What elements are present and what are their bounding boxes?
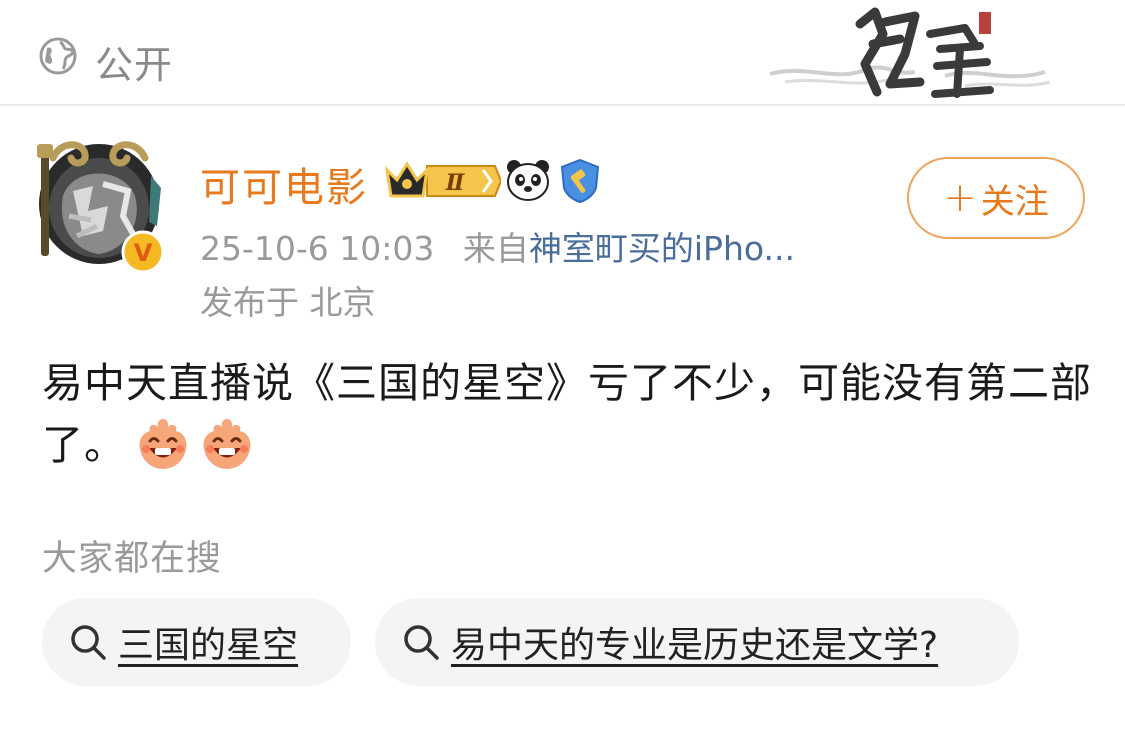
laughing-face-icon <box>203 419 251 469</box>
search-icon <box>404 625 439 660</box>
author-name[interactable]: 可可电影 <box>200 155 368 213</box>
author-avatar[interactable]: V <box>33 136 169 276</box>
post-location: 发布于 北京 <box>200 283 376 322</box>
panda-icon[interactable] <box>505 158 551 202</box>
avatar-image: V <box>37 141 165 274</box>
verified-badge: V <box>134 239 153 267</box>
source-prefix: 来自 <box>462 229 529 268</box>
trending-search-label: 易中天的专业是历史还是文学? <box>451 625 939 666</box>
follow-button[interactable]: + 关注 <box>907 157 1085 239</box>
post-body: 易中天直播说《三国的星空》亏了不少，可能没有第二部了。 <box>42 352 1092 476</box>
follow-label: 关注 <box>980 181 1049 222</box>
trending-search-chip[interactable]: 易中天的专业是历史还是文学? <box>375 598 1019 686</box>
calligraphy-banner <box>769 7 1051 98</box>
post-meta: 25-10-6 10:03 来自神室町买的iPho... <box>200 222 795 270</box>
trending-search-label: 三国的星空 <box>118 625 299 666</box>
search-icon <box>71 625 106 660</box>
post-timestamp: 25-10-6 10:03 <box>200 229 435 268</box>
svg-text:Ⅱ: Ⅱ <box>445 170 466 196</box>
post-source-link[interactable]: 神室町买的iPho... <box>529 229 795 268</box>
shield-gavel-icon[interactable] <box>558 158 602 204</box>
crown-level-icon[interactable]: Ⅱ <box>383 160 501 202</box>
visibility-label: 公开 <box>95 43 174 87</box>
trending-title: 大家都在搜 <box>42 539 223 579</box>
globe-icon <box>39 37 77 75</box>
visibility-bar: 公开 <box>0 0 1125 106</box>
trending-search-chip[interactable]: 三国的星空 <box>42 598 351 686</box>
plus-icon: + <box>943 175 977 221</box>
laughing-face-icon <box>139 419 187 469</box>
